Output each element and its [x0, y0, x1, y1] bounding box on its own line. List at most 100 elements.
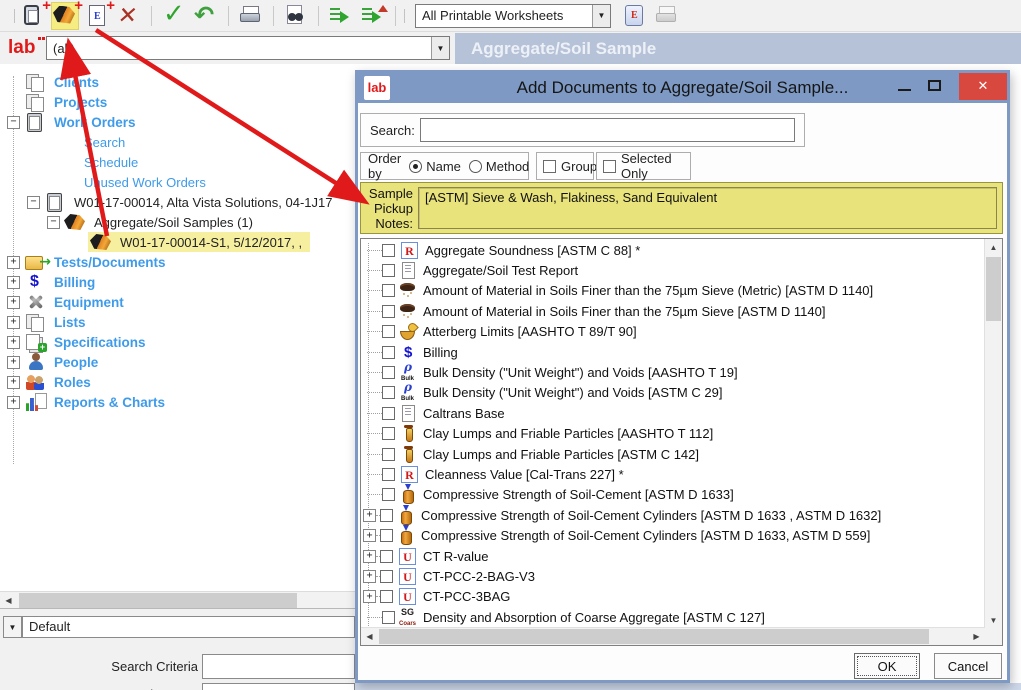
ok-button[interactable]: OK: [854, 653, 920, 679]
tree-item[interactable]: Projects: [0, 92, 355, 112]
checkbox[interactable]: [380, 550, 393, 563]
expand-toggle[interactable]: +: [7, 336, 20, 349]
checkbox[interactable]: [382, 427, 395, 440]
maximize-button[interactable]: [928, 80, 941, 91]
checkbox[interactable]: [382, 366, 395, 379]
expand-toggle[interactable]: −: [47, 216, 60, 229]
add-sample-button[interactable]: [52, 3, 78, 29]
scrollbar-thumb[interactable]: [379, 629, 929, 644]
expand-toggle[interactable]: +: [7, 356, 20, 369]
dropdown-arrow-icon[interactable]: [431, 37, 449, 59]
tree-item[interactable]: −W01-17-00014, Alta Vista Solutions, 04-…: [0, 192, 355, 212]
search-criteria-input[interactable]: [202, 654, 355, 679]
checkbox[interactable]: [382, 468, 395, 481]
accept-button[interactable]: [161, 3, 187, 29]
tree-item[interactable]: +Billing: [0, 272, 355, 292]
document-row[interactable]: Density and Absorption of Coarse Aggrega…: [361, 607, 985, 627]
document-row[interactable]: +Compressive Strength of Soil-Cement Cyl…: [361, 525, 985, 545]
checkbox[interactable]: [382, 611, 395, 624]
expand-toggle[interactable]: +: [7, 256, 20, 269]
scroll-down-arrow[interactable]: [985, 612, 1002, 628]
add-document-button[interactable]: [84, 3, 110, 29]
horizontal-scrollbar[interactable]: [361, 627, 985, 645]
expand-toggle[interactable]: +: [7, 376, 20, 389]
document-row[interactable]: Cleanness Value [Cal-Trans 227] *: [361, 464, 985, 484]
document-row[interactable]: Clay Lumps and Friable Particles [ASTM C…: [361, 444, 985, 464]
cancel-button[interactable]: Cancel: [934, 653, 1002, 679]
document-row[interactable]: +CT R-value: [361, 546, 985, 566]
scrollbar-thumb[interactable]: [19, 593, 297, 608]
tree-item[interactable]: +Equipment: [0, 292, 355, 312]
document-row[interactable]: +CT-PCC-3BAG: [361, 587, 985, 607]
expand-toggle[interactable]: −: [27, 196, 40, 209]
document-row[interactable]: Compressive Strength of Soil-Cement [AST…: [361, 485, 985, 505]
document-row[interactable]: Clay Lumps and Friable Particles [AASHTO…: [361, 424, 985, 444]
export-worksheet-button[interactable]: [328, 3, 354, 29]
delete-button[interactable]: [116, 3, 142, 29]
expand-toggle[interactable]: +: [7, 316, 20, 329]
checkbox[interactable]: [382, 386, 395, 399]
checkbox[interactable]: [382, 305, 395, 318]
worksheets-dropdown[interactable]: All Printable Worksheets: [415, 4, 611, 28]
vertical-scrollbar[interactable]: [984, 239, 1002, 628]
checkbox[interactable]: [382, 244, 395, 257]
checkbox[interactable]: [382, 407, 395, 420]
tree-item[interactable]: −Aggregate/Soil Samples (1): [0, 212, 355, 232]
tree-item[interactable]: W01-17-00014-S1, 5/12/2017, ,: [0, 232, 355, 252]
group-checkbox[interactable]: [543, 160, 556, 173]
checkbox[interactable]: [382, 325, 395, 338]
document-row[interactable]: Caltrans Base: [361, 403, 985, 423]
expand-toggle[interactable]: +: [363, 550, 376, 563]
document-row[interactable]: +Compressive Strength of Soil-Cement Cyl…: [361, 505, 985, 525]
expand-toggle[interactable]: +: [7, 276, 20, 289]
checkbox[interactable]: [380, 570, 393, 583]
document-row[interactable]: Aggregate/Soil Test Report: [361, 260, 985, 280]
tree-item[interactable]: Unused Work Orders: [0, 172, 355, 192]
tree-item[interactable]: Search: [0, 132, 355, 152]
document-row[interactable]: Aggregate Soundness [ASTM C 88] *: [361, 240, 985, 260]
checkbox[interactable]: [380, 529, 393, 542]
tree-item[interactable]: +People: [0, 352, 355, 372]
scroll-left-arrow[interactable]: [0, 592, 17, 608]
contact-report-button[interactable]: [622, 3, 648, 29]
checkbox[interactable]: [382, 488, 395, 501]
dropdown-arrow-icon[interactable]: [592, 5, 610, 27]
document-row[interactable]: +CT-PCC-2-BAG-V3: [361, 566, 985, 586]
undo-button[interactable]: [193, 3, 219, 29]
group-option[interactable]: Group: [536, 152, 594, 180]
expand-toggle[interactable]: +: [363, 590, 376, 603]
tree-item[interactable]: −Work Orders: [0, 112, 355, 132]
checkbox[interactable]: [382, 284, 395, 297]
checkbox[interactable]: [380, 509, 393, 522]
minimize-button[interactable]: [898, 89, 911, 91]
radio-method[interactable]: [469, 160, 482, 173]
preset-field[interactable]: Default: [22, 616, 355, 638]
selected-only-option[interactable]: Selected Only: [596, 152, 691, 180]
tree-item[interactable]: +Reports & Charts: [0, 392, 355, 412]
tree-item[interactable]: Clients: [0, 72, 355, 92]
radio-name[interactable]: [409, 160, 422, 173]
checkbox[interactable]: [380, 590, 393, 603]
expand-toggle[interactable]: +: [363, 570, 376, 583]
scrollbar-thumb[interactable]: [986, 257, 1001, 321]
export-worksheet-home-button[interactable]: [360, 3, 386, 29]
laboratory-input[interactable]: [202, 683, 355, 690]
tree-horizontal-scrollbar[interactable]: [0, 591, 355, 609]
tree-item[interactable]: +Specifications: [0, 332, 355, 352]
scroll-left-arrow[interactable]: [361, 628, 378, 644]
expand-toggle[interactable]: +: [7, 296, 20, 309]
checkbox[interactable]: [382, 264, 395, 277]
document-row[interactable]: Amount of Material in Soils Finer than t…: [361, 301, 985, 321]
document-row[interactable]: Atterberg Limits [AASHTO T 89/T 90]: [361, 322, 985, 342]
scroll-right-arrow[interactable]: [968, 628, 985, 644]
checkbox[interactable]: [382, 448, 395, 461]
new-work-order-button[interactable]: [20, 3, 46, 29]
expand-toggle[interactable]: +: [363, 509, 376, 522]
expand-toggle[interactable]: +: [363, 529, 376, 542]
tree-item[interactable]: +Tests/Documents: [0, 252, 355, 272]
document-row[interactable]: Bulk Density ("Unit Weight") and Voids […: [361, 362, 985, 382]
selected-only-checkbox[interactable]: [603, 160, 616, 173]
checkbox[interactable]: [382, 346, 395, 359]
document-row[interactable]: Bulk Density ("Unit Weight") and Voids […: [361, 383, 985, 403]
search-input[interactable]: [420, 118, 795, 142]
